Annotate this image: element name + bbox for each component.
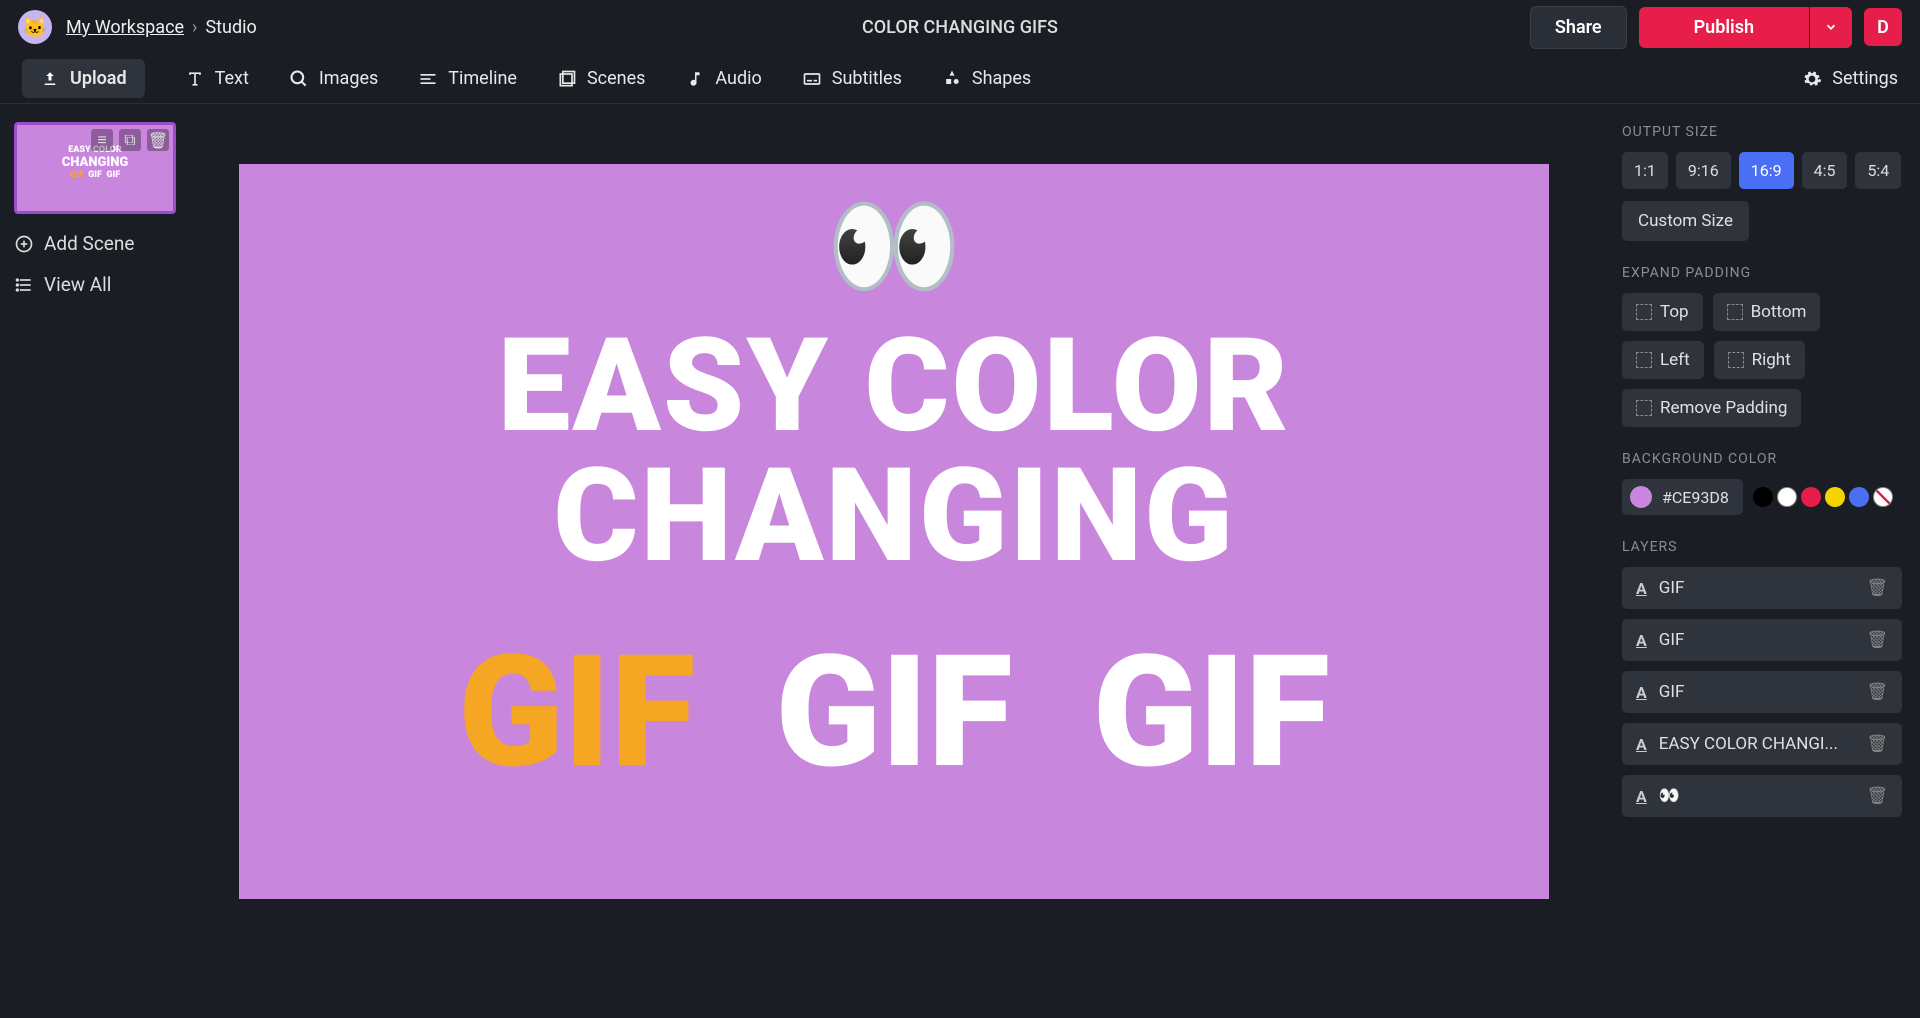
shapes-tool[interactable]: Shapes	[942, 68, 1031, 89]
scenes-tool[interactable]: Scenes	[557, 68, 645, 89]
pad-top-button[interactable]: Top	[1622, 293, 1703, 331]
ratio-options: 1:19:1616:94:55:4	[1622, 152, 1902, 189]
share-button[interactable]: Share	[1530, 6, 1627, 49]
layer-item[interactable]: AGIF🗑	[1622, 619, 1902, 661]
swatch[interactable]	[1825, 487, 1845, 507]
expand-padding-label: EXPAND PADDING	[1622, 265, 1902, 281]
view-all-scenes-button[interactable]: View All	[14, 273, 170, 296]
publish-button[interactable]: Publish	[1639, 7, 1809, 48]
pad-left-icon	[1636, 352, 1652, 368]
publish-dropdown-button[interactable]	[1810, 7, 1852, 48]
subtitles-tool[interactable]: Subtitles	[802, 68, 902, 89]
pad-right-icon	[1728, 352, 1744, 368]
chevron-down-icon	[1824, 20, 1838, 34]
upload-icon	[40, 69, 60, 89]
layer-item[interactable]: A👀🗑	[1622, 775, 1902, 817]
text-layer-icon: A	[1636, 735, 1647, 754]
text-tool[interactable]: Text	[185, 68, 249, 89]
canvas-headline[interactable]: EASY COLOR CHANGING	[498, 321, 1291, 581]
settings-tool[interactable]: Settings	[1802, 68, 1898, 89]
text-layer-icon: A	[1636, 579, 1647, 598]
workspace-avatar[interactable]: 🐱	[18, 10, 52, 44]
subtitles-icon	[802, 69, 822, 89]
swatch[interactable]	[1873, 487, 1893, 507]
pad-left-button[interactable]: Left	[1622, 341, 1704, 379]
layer-item[interactable]: AGIF🗑	[1622, 567, 1902, 609]
scene-delete-icon[interactable]: 🗑	[147, 129, 169, 151]
timeline-icon	[418, 69, 438, 89]
upload-label: Upload	[70, 68, 127, 89]
delete-layer-icon[interactable]: 🗑	[1866, 578, 1888, 598]
bg-current-swatch	[1630, 486, 1652, 508]
ratio-1-1[interactable]: 1:1	[1622, 152, 1668, 189]
pad-right-button[interactable]: Right	[1714, 341, 1805, 379]
delete-layer-icon[interactable]: 🗑	[1866, 682, 1888, 702]
swatch[interactable]	[1801, 487, 1821, 507]
canvas-gif-text-1[interactable]: GIF	[458, 621, 695, 803]
scene-menu-icon[interactable]: ≡	[91, 129, 113, 151]
breadcrumb-separator: ›	[192, 17, 197, 38]
bg-color-picker[interactable]: #CE93D8	[1622, 479, 1743, 515]
custom-size-button[interactable]: Custom Size	[1622, 201, 1749, 241]
user-avatar[interactable]: D	[1864, 8, 1902, 46]
text-layer-icon: A	[1636, 631, 1647, 650]
pad-bottom-button[interactable]: Bottom	[1713, 293, 1821, 331]
layer-item[interactable]: AGIF🗑	[1622, 671, 1902, 713]
audio-tool[interactable]: Audio	[685, 68, 761, 89]
list-icon	[14, 275, 34, 295]
delete-layer-icon[interactable]: 🗑	[1866, 734, 1888, 754]
scene-thumbnail[interactable]: ≡ ⧉ 🗑 EASY COLOR CHANGING GIF GIF GIF	[14, 122, 176, 214]
scenes-icon	[557, 69, 577, 89]
scene-duplicate-icon[interactable]: ⧉	[119, 129, 141, 151]
audio-icon	[685, 69, 705, 89]
search-icon	[289, 69, 309, 89]
ratio-16-9[interactable]: 16:9	[1739, 152, 1794, 189]
page-title[interactable]: COLOR CHANGING GIFS	[862, 17, 1058, 38]
breadcrumb: My Workspace › Studio	[66, 17, 257, 38]
canvas-gif-text-2[interactable]: GIF	[775, 621, 1012, 803]
ratio-4-5[interactable]: 4:5	[1802, 152, 1848, 189]
canvas-eyes-emoji[interactable]: 👀	[826, 182, 963, 311]
canvas[interactable]: 👀 EASY COLOR CHANGING GIF GIF GIF	[239, 164, 1549, 899]
text-icon	[185, 69, 205, 89]
swatch[interactable]	[1753, 487, 1773, 507]
background-color-label: BACKGROUND COLOR	[1622, 451, 1902, 467]
shapes-icon	[942, 69, 962, 89]
remove-padding-button[interactable]: Remove Padding	[1622, 389, 1801, 427]
pad-top-icon	[1636, 304, 1652, 320]
text-layer-icon: A	[1636, 683, 1647, 702]
gear-icon	[1802, 69, 1822, 89]
swatch[interactable]	[1777, 487, 1797, 507]
remove-padding-icon	[1636, 400, 1652, 416]
workspace-link[interactable]: My Workspace	[66, 17, 184, 38]
images-tool[interactable]: Images	[289, 68, 378, 89]
text-layer-icon: A	[1636, 787, 1647, 806]
delete-layer-icon[interactable]: 🗑	[1866, 786, 1888, 806]
pad-bottom-icon	[1727, 304, 1743, 320]
layers-label: LAYERS	[1622, 539, 1902, 555]
delete-layer-icon[interactable]: 🗑	[1866, 630, 1888, 650]
layer-item[interactable]: AEASY COLOR CHANGI...🗑	[1622, 723, 1902, 765]
upload-button[interactable]: Upload	[22, 59, 145, 98]
ratio-9-16[interactable]: 9:16	[1676, 152, 1731, 189]
add-scene-button[interactable]: Add Scene	[14, 232, 170, 255]
ratio-5-4[interactable]: 5:4	[1855, 152, 1901, 189]
plus-circle-icon	[14, 234, 34, 254]
timeline-tool[interactable]: Timeline	[418, 68, 517, 89]
swatch[interactable]	[1849, 487, 1869, 507]
output-size-label: OUTPUT SIZE	[1622, 124, 1902, 140]
breadcrumb-section: Studio	[205, 17, 256, 38]
canvas-gif-text-3[interactable]: GIF	[1093, 621, 1330, 803]
